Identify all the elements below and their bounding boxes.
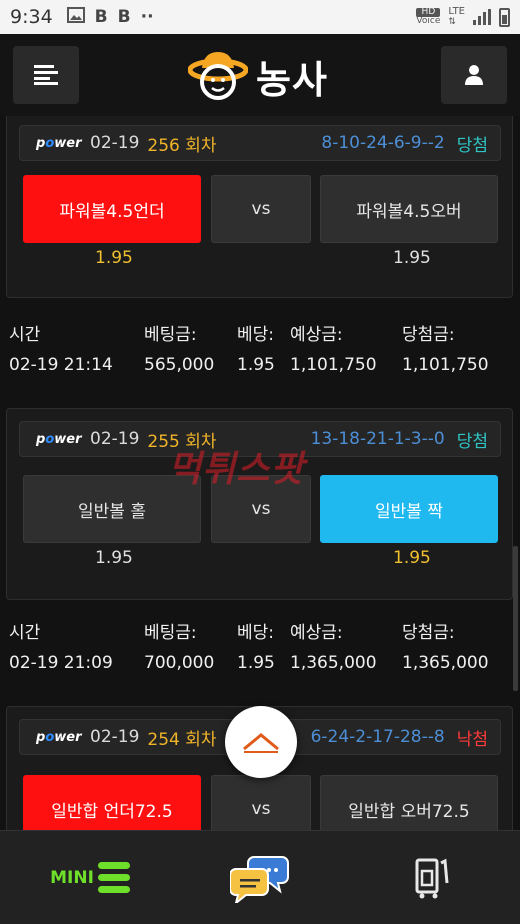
user-button[interactable] — [441, 46, 507, 104]
lte-arrows-icon: ⇅ — [448, 17, 456, 27]
expected-amount: 1,365,000 — [290, 653, 377, 673]
network-label: LTE — [448, 6, 465, 17]
bet-card: power 02-19 255 회차 13-18-21-1-3--0 당첨 일반… — [6, 408, 513, 600]
signal-icon — [473, 9, 491, 25]
bet-info-row: 시간 베팅금: 베당: 예상금: 당첨금: 02-19 21:14 565,00… — [0, 314, 520, 394]
user-icon — [465, 65, 483, 85]
chat-icon — [230, 856, 289, 903]
right-odds: 1.95 — [393, 248, 431, 268]
win-status: 당첨 — [456, 135, 488, 156]
bottom-nav: MINI — [0, 830, 520, 924]
hd-voice-indicator: HD Voice — [416, 8, 441, 26]
odds-label: 베당: — [237, 623, 275, 643]
bet-amount: 700,000 — [144, 653, 215, 673]
bet-slip-icon — [415, 858, 449, 899]
bet-time: 02-19 21:14 — [9, 355, 113, 375]
scroll-to-top-button[interactable] — [225, 706, 297, 778]
bet-info-row: 시간 베팅금: 베당: 예상금: 당첨금: 02-19 21:09 700,00… — [0, 612, 520, 692]
right-odds: 1.95 — [393, 548, 431, 568]
left-odds: 1.95 — [95, 548, 133, 568]
bet-odds: 1.95 — [237, 653, 275, 673]
bet-amount: 565,000 — [144, 355, 215, 375]
win-status: 당첨 — [456, 431, 488, 452]
powerball-logo-icon: power — [36, 431, 82, 447]
draw-result: 13-18-21-1-3--0 — [310, 429, 445, 449]
bet-odds: 1.95 — [237, 355, 275, 375]
watermark-text: 먹튀스팟 — [168, 449, 305, 490]
bet-slip-button[interactable] — [398, 831, 468, 924]
menu-icon — [34, 65, 58, 85]
app-screen: 9:34 B B ·· HD Voice LTE ⇅ 농사 power 02-1… — [0, 0, 520, 924]
bet-option-right[interactable]: 파워볼4.5오버 — [320, 175, 498, 243]
draw-result: 8-10-24-6-9--2 — [321, 133, 445, 153]
time-label: 시간 — [9, 623, 41, 643]
top-bar: 농사 — [0, 34, 520, 116]
scrollbar-thumb[interactable] — [513, 546, 518, 691]
battery-icon — [499, 7, 510, 27]
expected-label: 예상금: — [290, 325, 343, 345]
bet-date: 02-19 — [90, 727, 140, 747]
b-icon: B — [94, 7, 108, 27]
powerball-logo-icon: power — [36, 135, 82, 151]
b-icon: B — [117, 7, 131, 27]
chevron-up-icon — [243, 733, 279, 753]
bet-amount-label: 베팅금: — [144, 325, 197, 345]
mini-menu-button[interactable]: MINI — [40, 831, 140, 924]
bet-amount-label: 베팅금: — [144, 623, 197, 643]
mini-label: MINI — [50, 868, 94, 888]
bet-option-right[interactable]: 일반볼 짝 — [320, 475, 498, 543]
bet-card-header: power 02-19 256 회차 8-10-24-6-9--2 당첨 — [19, 125, 501, 161]
farmer-hat-logo-icon — [188, 52, 248, 100]
status-bar: 9:34 B B ·· HD Voice LTE ⇅ — [0, 0, 520, 34]
won-label: 당첨금: — [402, 623, 455, 643]
bet-history-list[interactable]: power 02-19 256 회차 8-10-24-6-9--2 당첨 파워볼… — [0, 116, 520, 924]
bet-round: 256 회차 — [147, 135, 217, 156]
bet-date: 02-19 — [90, 133, 140, 153]
expected-amount: 1,101,750 — [290, 355, 377, 375]
bet-option-left[interactable]: 파워볼4.5언더 — [23, 175, 201, 243]
more-dots-icon: ·· — [140, 7, 154, 27]
bet-time: 02-19 21:09 — [9, 653, 113, 673]
lte-indicator: LTE ⇅ — [448, 6, 465, 28]
won-amount: 1,101,750 — [402, 355, 489, 375]
bet-card: power 02-19 256 회차 8-10-24-6-9--2 당첨 파워볼… — [6, 116, 513, 298]
expected-label: 예상금: — [290, 623, 343, 643]
powerball-logo-icon: power — [36, 729, 82, 745]
bet-date: 02-19 — [90, 429, 140, 449]
mini-menu-icon — [97, 862, 130, 893]
bet-round: 254 회차 — [147, 729, 217, 750]
odds-label: 베당: — [237, 325, 275, 345]
won-label: 당첨금: — [402, 325, 455, 345]
vs-label: vs — [211, 175, 311, 243]
time-label: 시간 — [9, 325, 41, 345]
logo-text: 농사 — [256, 57, 328, 102]
app-logo[interactable]: 농사 — [188, 48, 338, 104]
draw-result: 6-24-2-17-28--8 — [310, 727, 445, 747]
lose-status: 낙첨 — [456, 729, 488, 750]
status-time: 9:34 — [10, 6, 53, 28]
won-amount: 1,365,000 — [402, 653, 489, 673]
menu-button[interactable] — [13, 46, 79, 104]
gallery-icon — [66, 6, 85, 28]
chat-button[interactable] — [220, 831, 300, 924]
voice-label: Voice — [416, 16, 441, 26]
left-odds: 1.95 — [95, 248, 133, 268]
